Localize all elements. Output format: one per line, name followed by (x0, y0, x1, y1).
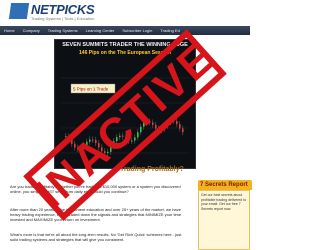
annotation-text: 5 Pips on 1 Trade (73, 87, 109, 92)
candle-body (89, 139, 91, 142)
promo-banner[interactable]: SEVEN SUMMITS TRADER THE WINNING EDGE 14… (54, 39, 196, 169)
candle-body (86, 141, 88, 146)
candle-body (176, 120, 178, 125)
candle-body (95, 140, 97, 144)
candle-body (80, 148, 82, 150)
candle-body (155, 124, 157, 129)
nav-item-learning-center[interactable]: Learning Center (82, 28, 119, 33)
candle-body (146, 121, 148, 123)
candle-body (119, 135, 121, 138)
nav-item-company[interactable]: Company (19, 28, 44, 33)
candle-body (143, 122, 145, 127)
candle-body (179, 124, 181, 129)
secrets-report-widget[interactable]: 7 Secrets Report Get our best secrets ab… (198, 180, 252, 250)
candle-body (140, 126, 142, 133)
main-content: Trading Profitably? Are you trading prof… (10, 160, 195, 250)
candle-body (164, 125, 166, 129)
banner-subtitle: 146 Pips on the The European Session (79, 50, 171, 56)
nav-item-trading-systems[interactable]: Trading Systems (44, 28, 82, 33)
candle-body (68, 136, 70, 140)
candle-body (122, 135, 124, 137)
site-logo[interactable]: NETPICKS (31, 2, 95, 17)
candle-body (98, 143, 100, 148)
widget-body: Get our best secrets about profitable tr… (198, 190, 250, 250)
candle-body (173, 120, 175, 122)
candle-body (125, 136, 127, 140)
candle-body (74, 143, 76, 148)
candle-body (167, 122, 169, 126)
content-heading: Trading Profitably? (120, 166, 184, 173)
site-header: NETPICKS Trading Systems | Tools | Educa… (0, 0, 250, 26)
candle-body (134, 137, 136, 141)
candle-body (110, 146, 112, 152)
candle-body (71, 139, 73, 144)
candle-body (128, 139, 130, 141)
paragraph-2: After more than 20 years in the investme… (10, 207, 182, 222)
nav-item-subscriber-login[interactable]: Subscriber Login (118, 28, 156, 33)
candle-body (92, 139, 94, 141)
paragraph-1: Are you trading profitably? Whether you'… (10, 184, 181, 194)
chart-candles (65, 117, 184, 156)
candle-body (104, 151, 106, 153)
candle-body (83, 145, 85, 149)
candle-body (149, 121, 151, 123)
site-tagline: Trading Systems | Tools | Education (31, 16, 95, 21)
candle-body (131, 140, 133, 142)
candle-body (161, 128, 163, 131)
paragraph-3: What's more is that we're all about the … (10, 232, 182, 242)
price-chart-image: 5 Pips on 1 Trade (61, 77, 189, 156)
candle-body (170, 120, 172, 123)
candle-body (107, 151, 109, 153)
candle-body (137, 132, 139, 138)
banner-title: SEVEN SUMMITS TRADER THE WINNING EDGE (62, 42, 188, 48)
candle-body (158, 128, 160, 131)
nav-item-home[interactable]: Home (0, 28, 19, 33)
candle-body (152, 122, 154, 125)
top-nav: Home Company Trading Systems Learning Ce… (0, 26, 250, 35)
widget-heading: 7 Secrets Report (198, 180, 252, 190)
candle-body (182, 128, 184, 133)
candle-body (116, 137, 118, 142)
candle-body (77, 147, 79, 150)
candle-body (101, 147, 103, 152)
logo-icon[interactable] (8, 3, 30, 19)
nav-item-trading-ed[interactable]: Trading Ed (156, 28, 183, 33)
candle-body (113, 141, 115, 147)
candle-body (65, 136, 67, 137)
